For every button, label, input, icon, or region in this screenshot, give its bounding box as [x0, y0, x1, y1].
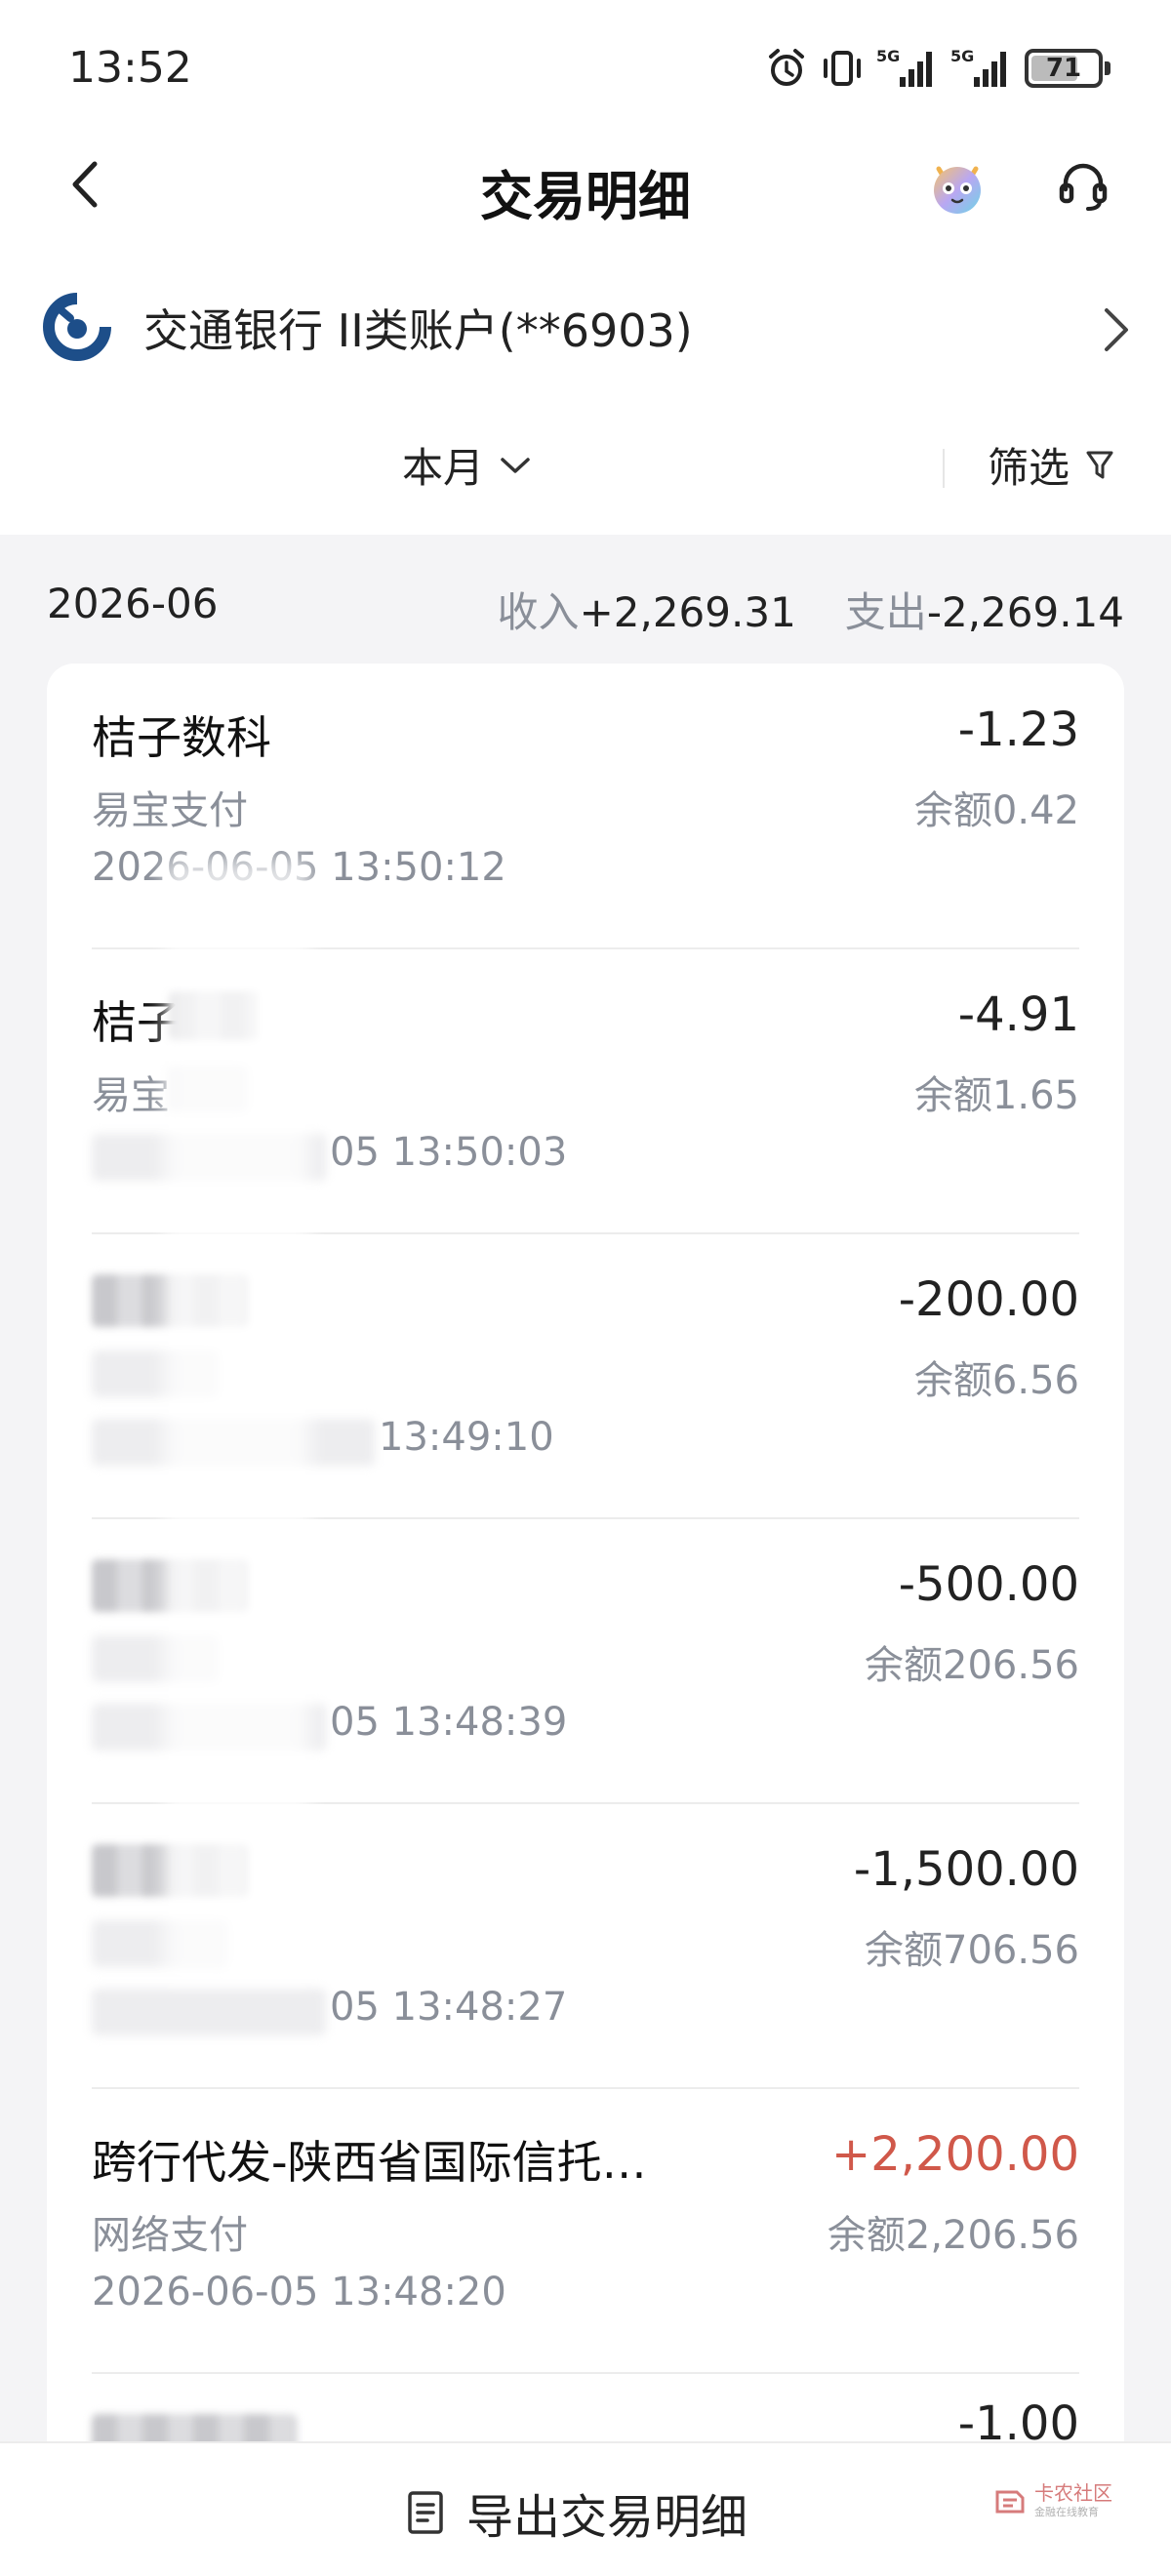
alarm-icon: [765, 47, 808, 90]
transaction-time: 05 13:48:27: [330, 1985, 568, 2030]
export-button[interactable]: 导出交易明细: [406, 2478, 747, 2547]
funnel-icon: [1086, 451, 1113, 478]
transaction-time: 05 13:48:39: [330, 1700, 568, 1745]
month-summary: 2026-06 收入+2,269.31 支出-2,269.14: [0, 576, 1171, 644]
expense-label: 支出: [844, 588, 927, 636]
signal-icon-2: 5G: [950, 46, 1011, 91]
battery-icon: 71: [1025, 49, 1103, 88]
transaction-name: 桔子数科: [92, 711, 271, 764]
transaction-amount: -1.23: [957, 703, 1079, 757]
income-value: +2,269.31: [579, 588, 796, 636]
battery-tip: [1105, 61, 1110, 75]
battery-level: 71: [1045, 54, 1082, 83]
chevron-down-icon: [501, 457, 530, 473]
export-label: 导出交易明细: [466, 2490, 748, 2545]
customer-service-button[interactable]: [1049, 153, 1117, 218]
bocom-logo-icon: [43, 293, 111, 361]
filter-button[interactable]: 筛选: [988, 435, 1114, 495]
headset-icon: [1059, 163, 1108, 211]
document-icon: [408, 2491, 443, 2534]
transaction-time: 05 13:50:03: [330, 1130, 568, 1175]
summary-totals: 收入+2,269.31 支出-2,269.14: [498, 580, 1124, 639]
transaction-time: 13:49:10: [379, 1415, 554, 1460]
signal-icon: 5G: [876, 46, 937, 91]
transaction-channel: 易宝: [92, 1073, 170, 1118]
watermark-logo-icon: [995, 2490, 1025, 2514]
period-dropdown[interactable]: 本月: [402, 435, 531, 495]
bottom-bar: 导出交易明细 卡农社区 金融在线教育: [0, 2441, 1171, 2576]
transaction-amount: -500.00: [898, 1557, 1079, 1612]
watermark-text: 卡农社区: [1034, 2481, 1112, 2505]
income-total: 收入+2,269.31: [498, 580, 796, 639]
transaction-list: 桔子数科 易宝支付 2026-06-05 13:50:12 -1.23 余额0.…: [47, 664, 1124, 2576]
watermark: 卡农社区 金融在线教育: [993, 2482, 1112, 2519]
mascot-icon[interactable]: [925, 153, 989, 218]
transaction-balance: 余额706.56: [865, 1928, 1079, 1973]
transaction-amount: -4.91: [957, 987, 1079, 1042]
transaction-balance: 余额6.56: [913, 1358, 1079, 1403]
month-label: 2026-06: [47, 580, 219, 627]
transaction-balance: 余额206.56: [865, 1643, 1079, 1688]
period-label: 本月: [402, 444, 485, 492]
status-bar: 13:52 5G 5G 71: [0, 0, 1171, 127]
privacy-blur: [164, 859, 310, 1981]
vibrate-icon: [822, 47, 863, 90]
page-title: 交易明细: [480, 166, 691, 227]
network-1-label: 5G: [876, 47, 900, 65]
account-selector[interactable]: 交通银行 II类账户(**6903): [0, 283, 1171, 371]
transaction-amount: -1,500.00: [853, 1842, 1079, 1897]
transaction-row[interactable]: 跨行代发-陕西省国际信托… 网络支付 2026-06-05 13:48:20 +…: [47, 2088, 1124, 2374]
divider: [943, 449, 945, 488]
transaction-channel: 易宝支付: [92, 788, 248, 833]
status-time: 13:52: [68, 43, 192, 93]
status-icons: 5G 5G 71: [765, 45, 1110, 92]
expense-total: 支出-2,269.14: [845, 580, 1124, 639]
filter-label: 筛选: [988, 444, 1070, 492]
transaction-amount: -200.00: [898, 1272, 1079, 1327]
transaction-balance: 余额1.65: [913, 1073, 1079, 1118]
account-name: 交通银行 II类账户(**6903): [143, 304, 693, 357]
transaction-time: 2026-06-05 13:48:20: [92, 2270, 506, 2314]
transaction-channel: 网络支付: [92, 2213, 248, 2258]
expense-value: -2,269.14: [926, 588, 1124, 636]
transaction-balance: 余额2,206.56: [827, 2213, 1079, 2258]
network-2-label: 5G: [950, 47, 974, 65]
watermark-sub: 金融在线教育: [1034, 2506, 1099, 2518]
income-label: 收入: [497, 588, 580, 636]
chevron-right-icon: [1105, 308, 1128, 351]
header: 交易明细: [0, 141, 1171, 229]
privacy-mask: [92, 1989, 326, 2035]
transaction-name: 跨行代发-陕西省国际信托…: [92, 2136, 647, 2189]
filter-row: 本月 筛选: [0, 429, 1171, 507]
transaction-balance: 余额0.42: [913, 788, 1079, 833]
transaction-amount: +2,200.00: [831, 2127, 1079, 2182]
